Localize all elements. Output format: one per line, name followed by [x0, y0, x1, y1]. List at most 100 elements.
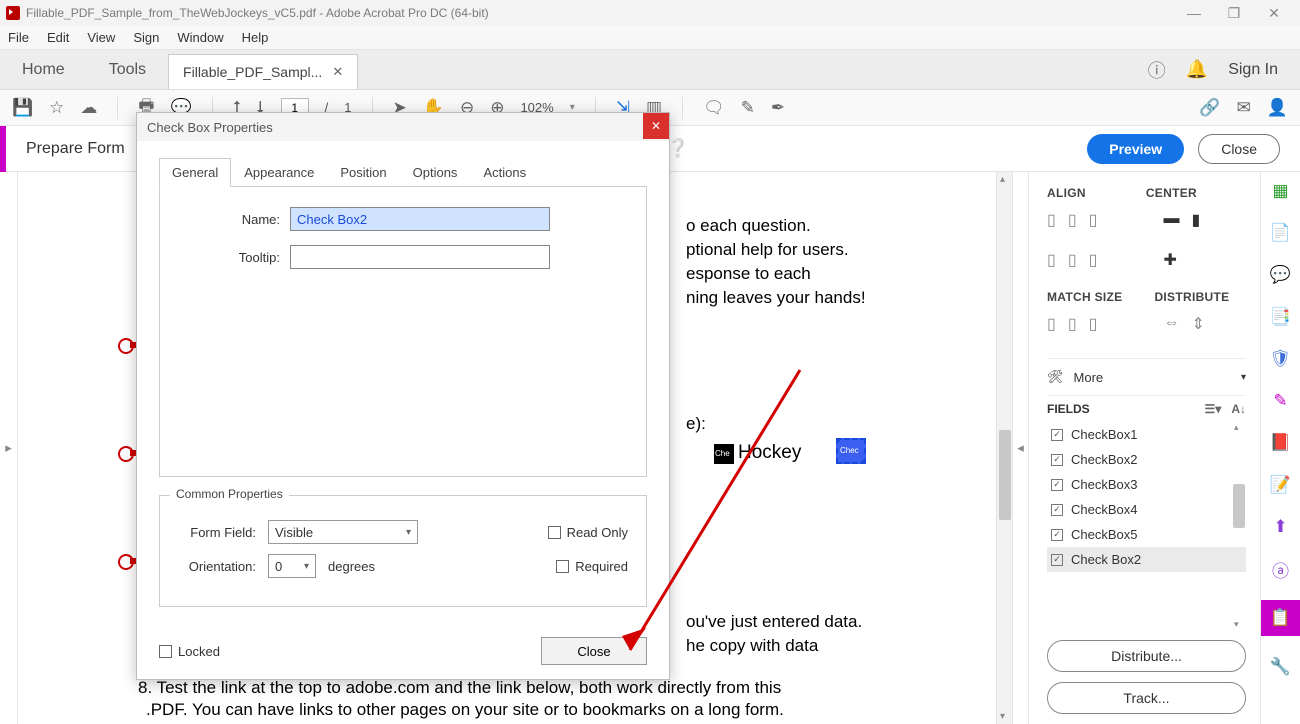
doc-text: ning leaves your hands! — [686, 286, 866, 310]
list-item: ✓CheckBox3 — [1047, 472, 1246, 497]
tab-document-label: Fillable_PDF_Sampl... — [183, 64, 322, 80]
rail-create-icon[interactable]: ▦ — [1270, 180, 1292, 202]
checkbox-field-selected[interactable]: Chec — [836, 438, 866, 464]
signin-link[interactable]: Sign In — [1228, 61, 1278, 79]
checkbox-icon: ✓ — [1051, 479, 1063, 491]
tooltip-input[interactable] — [290, 245, 550, 269]
save-icon[interactable]: 💾 — [12, 98, 33, 118]
cloud-icon[interactable]: ☁ — [80, 98, 97, 118]
match-h-icon[interactable]: ▯ — [1068, 314, 1077, 334]
rail-protect-icon[interactable]: 🛡 — [1270, 348, 1292, 370]
chevron-down-icon: ▾ — [1241, 372, 1246, 383]
speech-icon[interactable]: 🗨 — [703, 98, 725, 118]
rail-send-icon[interactable]: ⬆ — [1270, 516, 1292, 538]
rail-prepare-form-icon[interactable]: 📋 — [1261, 600, 1300, 636]
sign-tool-icon[interactable]: ✒ — [771, 98, 785, 118]
rail-accessibility-icon[interactable]: ⓐ — [1270, 558, 1292, 580]
align-mid-icon[interactable]: ▯ — [1068, 250, 1077, 270]
doc-text: ptional help for users. — [686, 238, 849, 262]
name-input[interactable] — [290, 207, 550, 231]
dialog-close-button[interactable]: ✕ — [643, 113, 669, 139]
menu-view[interactable]: View — [87, 30, 115, 45]
center-h-icon[interactable]: ▬ — [1163, 210, 1179, 230]
right-panel: ALIGN CENTER ▯ ▯ ▯ ▬ ▮ ▯ ▯ ▯ ✚ — [1028, 172, 1260, 724]
fields-menu-icon[interactable]: ☰▾ — [1205, 402, 1222, 416]
tooltip-label: Tooltip: — [180, 250, 280, 265]
link-icon[interactable]: 🔗 — [1199, 98, 1220, 118]
dialog-title: Check Box Properties — [147, 120, 273, 135]
maximize-button[interactable]: ❐ — [1214, 5, 1254, 22]
track-button[interactable]: Track... — [1047, 682, 1246, 714]
list-item: ✓CheckBox4 — [1047, 497, 1246, 522]
rail-organize-icon[interactable]: 📑 — [1270, 306, 1292, 328]
close-tool-button[interactable]: Close — [1198, 134, 1280, 164]
align-right-icon[interactable]: ▯ — [1089, 210, 1098, 230]
more-label: More — [1074, 370, 1231, 385]
menu-help[interactable]: Help — [242, 30, 269, 45]
locked-label: Locked — [178, 644, 220, 659]
help-icon[interactable]: ⓘ — [1148, 57, 1166, 83]
minimize-button[interactable]: — — [1174, 5, 1214, 21]
form-field-label: Form Field: — [178, 525, 256, 540]
window-close-button[interactable]: ✕ — [1254, 5, 1294, 22]
center-v-icon[interactable]: ▮ — [1191, 210, 1200, 230]
match-both-icon[interactable]: ▯ — [1089, 314, 1098, 334]
add-person-icon[interactable]: 👤 — [1267, 98, 1288, 118]
fields-sort-icon[interactable]: A↓ — [1231, 402, 1246, 416]
preview-button[interactable]: Preview — [1087, 134, 1184, 164]
star-icon[interactable]: ☆ — [49, 98, 64, 118]
rail-fill-icon[interactable]: ✎ — [1270, 390, 1292, 412]
tab-row: Home Tools Fillable_PDF_Sampl... ✕ ⓘ 🔔 S… — [0, 50, 1300, 90]
rail-edit-icon[interactable]: 📝 — [1270, 474, 1292, 496]
checkbox-icon: ✓ — [1051, 429, 1063, 441]
right-collapser[interactable]: ◂ — [1012, 172, 1028, 724]
readonly-checkbox[interactable] — [548, 526, 561, 539]
rail-comment-icon[interactable]: 💬 — [1270, 264, 1292, 286]
distribute-button[interactable]: Distribute... — [1047, 640, 1246, 672]
mail-icon[interactable]: ✉ — [1237, 98, 1251, 118]
list-item: ✓CheckBox1 — [1047, 422, 1246, 447]
menu-sign[interactable]: Sign — [133, 30, 159, 45]
required-checkbox[interactable] — [556, 560, 569, 573]
chevron-down-icon: ▾ — [406, 527, 411, 538]
dist-h-icon[interactable]: ⇔ — [1163, 314, 1179, 334]
align-header: ALIGN — [1047, 186, 1086, 200]
more-row[interactable]: 🛠 More ▾ — [1047, 358, 1246, 396]
bell-icon[interactable]: 🔔 — [1186, 59, 1208, 80]
menu-edit[interactable]: Edit — [47, 30, 69, 45]
orientation-combo[interactable]: 0 ▾ — [268, 554, 316, 578]
locked-checkbox[interactable] — [159, 645, 172, 658]
checkbox-icon: ✓ — [1051, 504, 1063, 516]
tab-document[interactable]: Fillable_PDF_Sampl... ✕ — [168, 54, 358, 89]
document-scrollbar[interactable]: ▴ ▾ — [996, 172, 1012, 724]
rail-more-tools-icon[interactable]: 🔧 — [1270, 656, 1292, 678]
common-properties-legend: Common Properties — [170, 487, 289, 501]
fields-scrollbar[interactable]: ▴ ▾ — [1232, 422, 1246, 630]
dialog-titlebar[interactable]: Check Box Properties ✕ — [137, 113, 669, 141]
align-top-icon[interactable]: ▯ — [1047, 250, 1056, 270]
tab-position[interactable]: Position — [327, 158, 399, 187]
menu-file[interactable]: File — [8, 30, 29, 45]
left-collapser[interactable]: ▸ — [0, 172, 18, 724]
rail-pdf-icon[interactable]: 📕 — [1270, 432, 1292, 454]
form-field-combo[interactable]: Visible ▾ — [268, 520, 418, 544]
tab-appearance[interactable]: Appearance — [231, 158, 327, 187]
checkbox-icon: ✓ — [1051, 454, 1063, 466]
align-left-icon[interactable]: ▯ — [1047, 210, 1056, 230]
tab-general[interactable]: General — [159, 158, 231, 187]
rail-export-icon[interactable]: 📄 — [1270, 222, 1292, 244]
dist-v-icon[interactable]: ⇕ — [1191, 314, 1204, 334]
tab-home[interactable]: Home — [0, 50, 87, 89]
align-bot-icon[interactable]: ▯ — [1089, 250, 1098, 270]
align-center-icon[interactable]: ▯ — [1068, 210, 1077, 230]
app-icon — [6, 6, 20, 20]
tab-actions[interactable]: Actions — [470, 158, 539, 187]
center-both-icon[interactable]: ✚ — [1163, 250, 1176, 270]
tab-tools[interactable]: Tools — [87, 50, 168, 89]
tab-close-icon[interactable]: ✕ — [332, 64, 343, 80]
tab-options[interactable]: Options — [400, 158, 471, 187]
chevron-down-icon: ▾ — [304, 561, 309, 572]
highlight-icon[interactable]: ✎ — [741, 98, 755, 118]
match-w-icon[interactable]: ▯ — [1047, 314, 1056, 334]
menu-window[interactable]: Window — [177, 30, 223, 45]
